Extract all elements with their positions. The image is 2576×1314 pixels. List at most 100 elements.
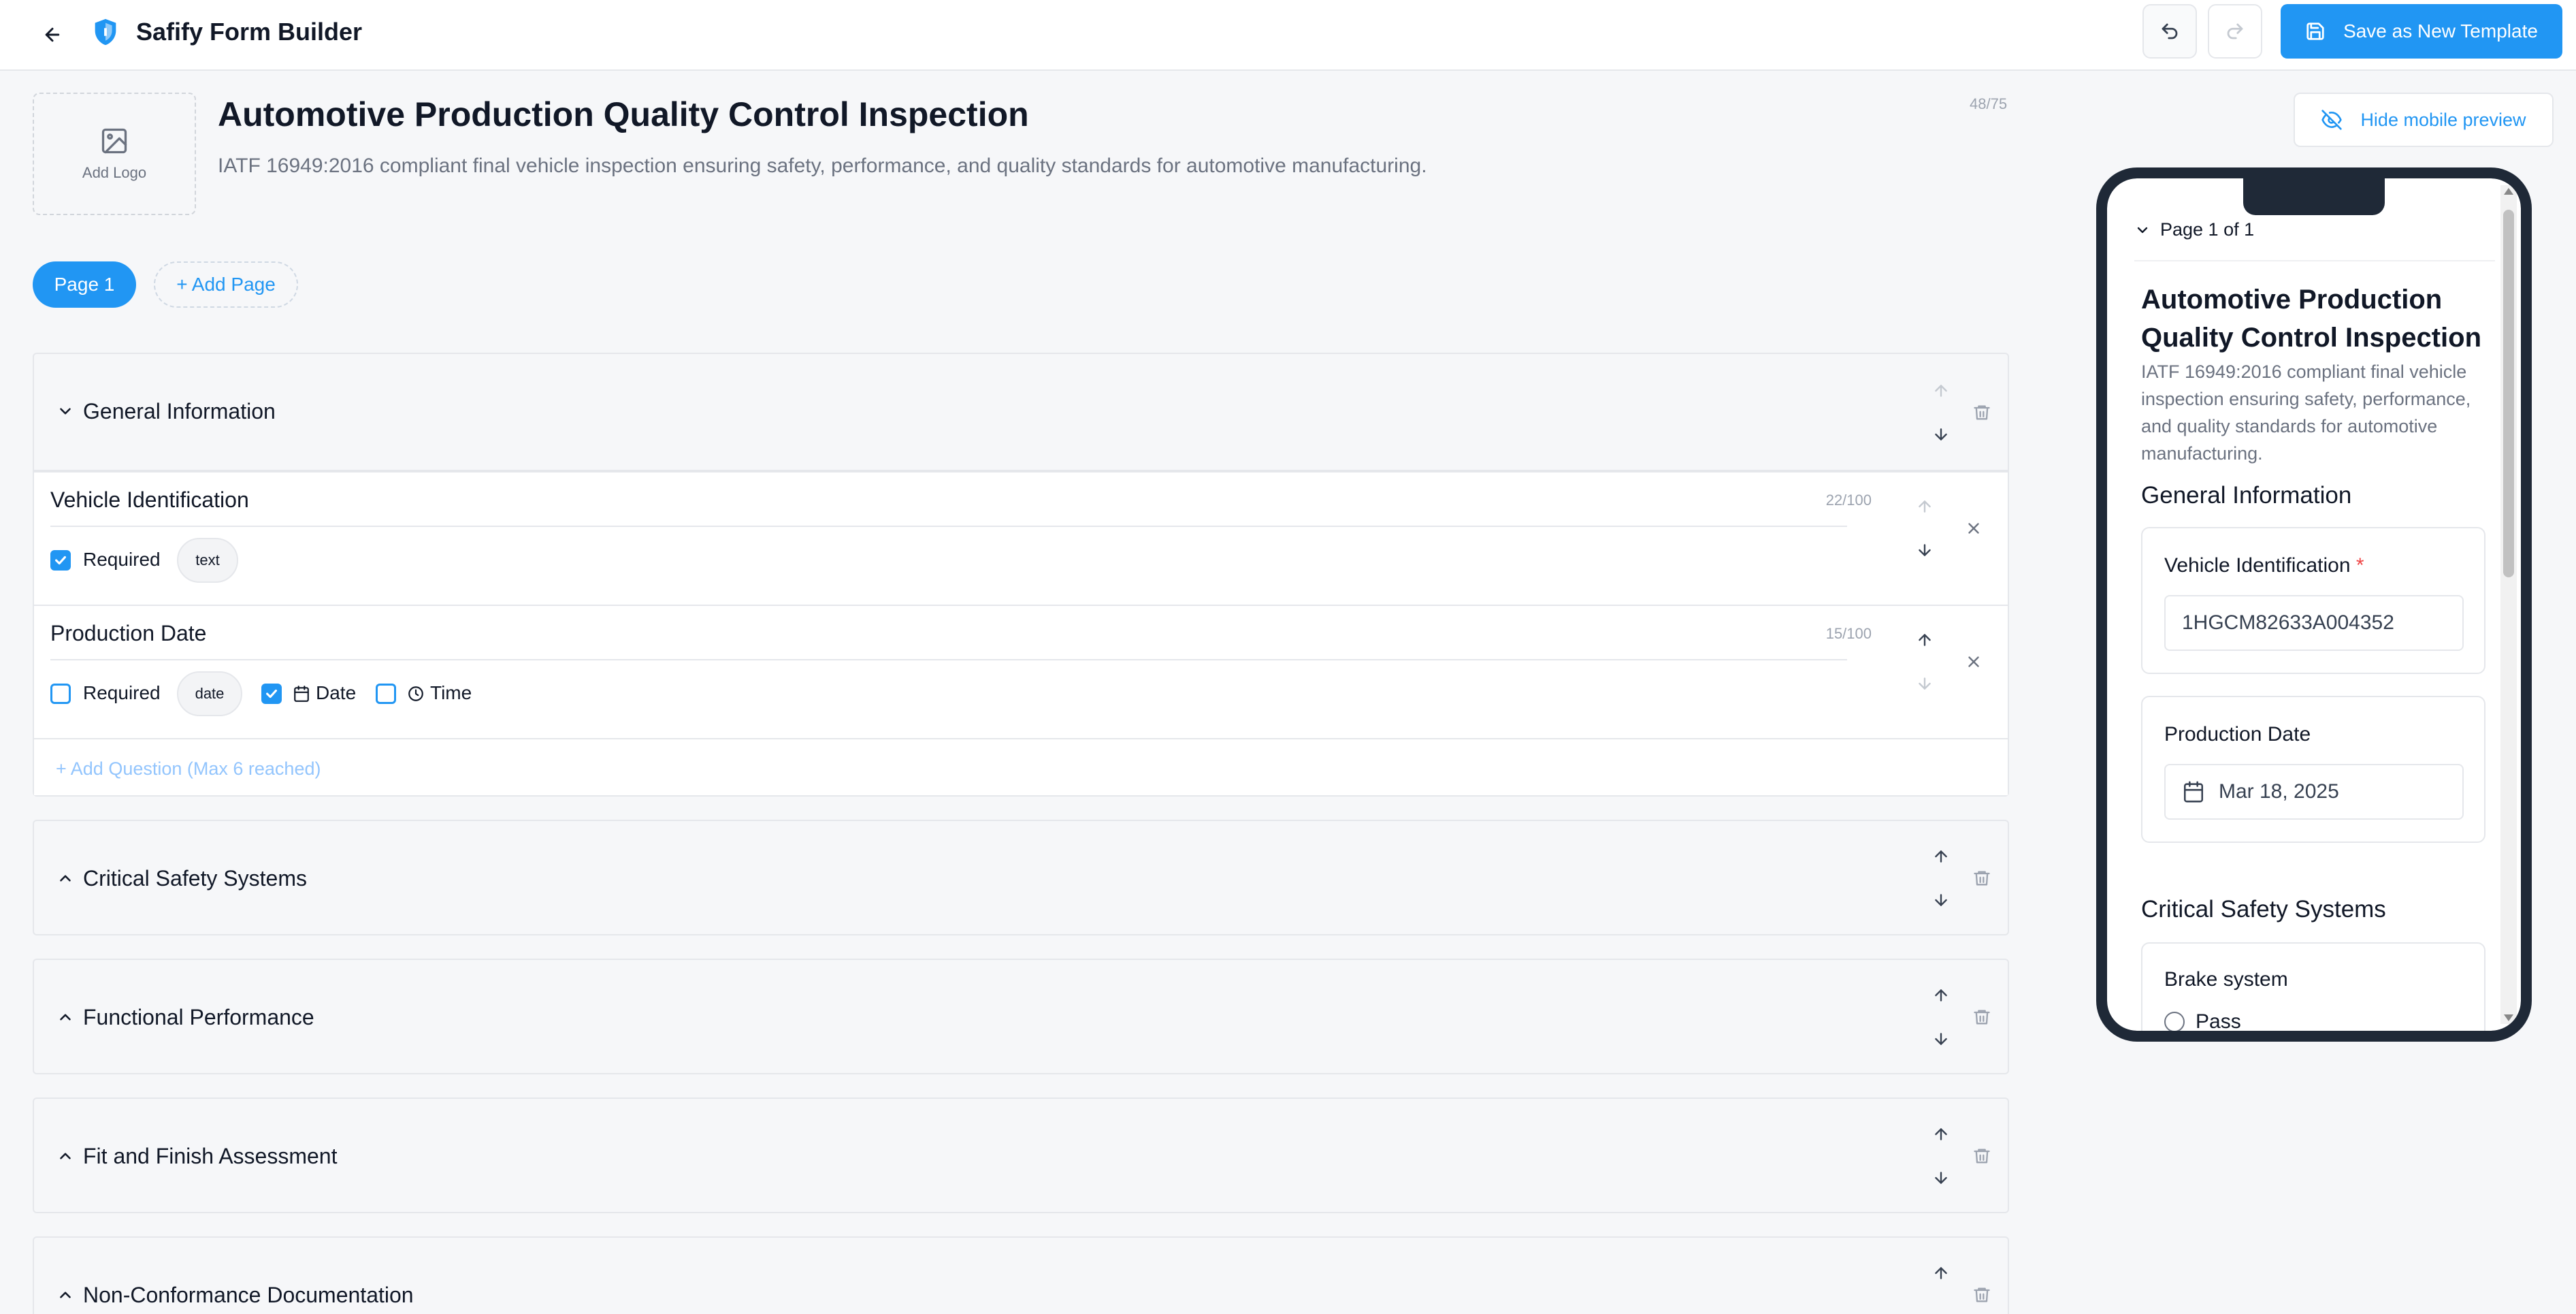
section-critical-safety-systems[interactable]: Critical Safety Systems [33,820,2009,935]
preview-title: Automotive Production Quality Control In… [2141,285,2482,353]
preview-question-label: Vehicle Identification * [2164,554,2364,577]
check-icon [266,689,277,699]
section-non-conformance-documentation[interactable]: Non-Conformance Documentation [33,1236,2009,1314]
move-down-button[interactable] [1911,536,1938,564]
preview-page-toggle[interactable]: Page 1 of 1 [2134,219,2254,240]
undo-button[interactable] [2142,4,2197,59]
title-char-count: 48/75 [1970,95,2008,112]
preview-section-title: General Information [2141,482,2352,509]
section-general-information: General Information Vehicle Identificati… [33,353,2009,797]
redo-button[interactable] [2208,4,2262,59]
save-icon [2306,22,2324,40]
mobile-preview-screen: Page 1 of 1 Automotive Production Qualit… [2107,178,2521,1031]
mobile-preview-frame: Page 1 of 1 Automotive Production Qualit… [2096,167,2532,1042]
arrow-up-icon [1935,850,1947,863]
delete-section-button[interactable] [1968,1281,1995,1309]
scroll-thumb[interactable] [2503,210,2514,577]
question-label[interactable]: Production Date [50,621,206,646]
app-title: Safify Form Builder [136,18,363,46]
move-down-button[interactable] [1927,1164,1955,1191]
remove-question-button[interactable] [1960,515,1987,542]
delete-section-button[interactable] [1968,865,1995,892]
question-list: Vehicle Identification 22/100 Required t… [34,470,2008,795]
section-title[interactable]: Functional Performance [83,1004,314,1031]
save-as-template-button[interactable]: Save as New Template [2281,4,2562,59]
chevron-up-icon[interactable] [53,866,78,891]
preview-section-title: Critical Safety Systems [2141,896,2386,923]
add-logo-label: Add Logo [82,164,147,181]
question-label[interactable]: Vehicle Identification [50,487,249,513]
move-up-button[interactable] [1927,1121,1955,1148]
chevron-up-icon[interactable] [53,1144,78,1168]
arrow-up-icon [1935,989,1947,1001]
preview-date-input[interactable]: Mar 18, 2025 [2164,764,2464,820]
delete-section-button[interactable] [1968,399,1995,426]
preview-scrollbar[interactable] [2500,185,2517,1024]
section-title[interactable]: Fit and Finish Assessment [83,1142,337,1170]
chevron-up-icon[interactable] [53,1005,78,1029]
preview-text-input[interactable]: 1HGCM82633A004352 [2164,595,2464,651]
delete-section-button[interactable] [1968,1004,1995,1031]
form-description[interactable]: IATF 16949:2016 compliant final vehicle … [218,153,1427,180]
question-char-count: 15/100 [1825,625,1872,642]
section-title[interactable]: General Information [83,398,276,425]
back-button[interactable] [35,18,69,52]
section-title[interactable]: Critical Safety Systems [83,865,307,892]
move-down-button[interactable] [1927,886,1955,914]
check-icon [55,556,66,565]
section-functional-performance[interactable]: Functional Performance [33,959,2009,1074]
arrow-down-icon [1935,1033,1947,1045]
hide-preview-label: Hide mobile preview [2360,109,2526,130]
save-button-label: Save as New Template [2343,20,2538,42]
preview-date-value: Mar 18, 2025 [2219,780,2339,803]
date-label: Date [316,682,357,703]
section-header[interactable]: General Information [34,354,2008,468]
section-title[interactable]: Non-Conformance Documentation [83,1281,414,1309]
add-logo-button[interactable]: Add Logo [33,93,196,215]
arrow-up-icon [1935,385,1947,397]
add-page-button[interactable]: + Add Page [154,261,298,308]
section-fit-and-finish-assessment[interactable]: Fit and Finish Assessment [33,1097,2009,1213]
clock-icon [408,686,423,701]
required-checkbox[interactable] [50,550,71,571]
question-type-badge[interactable]: date [177,671,242,716]
arrow-up-icon [1919,634,1931,646]
move-up-button[interactable] [1927,843,1955,870]
move-up-button[interactable] [1911,626,1938,654]
form-title[interactable]: Automotive Production Quality Control In… [218,94,1029,135]
move-down-button[interactable] [1927,421,1955,448]
question-char-count: 22/100 [1825,492,1872,509]
move-up-button[interactable] [1927,982,1955,1009]
preview-description: IATF 16949:2016 compliant final vehicle … [2141,362,2471,464]
divider [50,526,1847,527]
add-question-button[interactable]: + Add Question (Max 6 reached) [56,758,321,780]
trash-icon [1974,1010,1990,1025]
calendar-icon [2183,781,2204,803]
arrow-up-icon [1935,1128,1947,1140]
move-down-button[interactable] [1927,1025,1955,1053]
move-up-button[interactable] [1911,493,1938,520]
required-mark: * [2355,554,2364,577]
trash-icon [1974,871,1990,886]
date-checkbox[interactable] [261,684,282,704]
chevron-down-icon[interactable] [53,399,78,423]
arrow-down-icon [1919,544,1931,556]
move-up-button[interactable] [1927,377,1955,404]
arrow-left-icon [45,27,60,42]
required-checkbox[interactable] [50,684,71,704]
trash-icon [1974,405,1990,420]
radio-option-label: Pass [2196,1010,2241,1031]
question-type-badge[interactable]: text [177,538,238,583]
chevron-up-icon[interactable] [53,1283,78,1307]
calendar-icon [294,686,309,702]
move-up-button[interactable] [1927,1260,1955,1287]
page-tab-1[interactable]: Page 1 [33,261,136,308]
radio-option-pass[interactable] [2164,1012,2185,1031]
remove-question-button[interactable] [1960,648,1987,675]
hide-mobile-preview-button[interactable]: Hide mobile preview [2294,93,2554,147]
move-down-button[interactable] [1911,670,1938,697]
preview-question-label: Brake system [2164,968,2288,991]
time-checkbox[interactable] [376,684,396,704]
delete-section-button[interactable] [1968,1142,1995,1170]
preview-page-label: Page 1 of 1 [2160,219,2255,240]
